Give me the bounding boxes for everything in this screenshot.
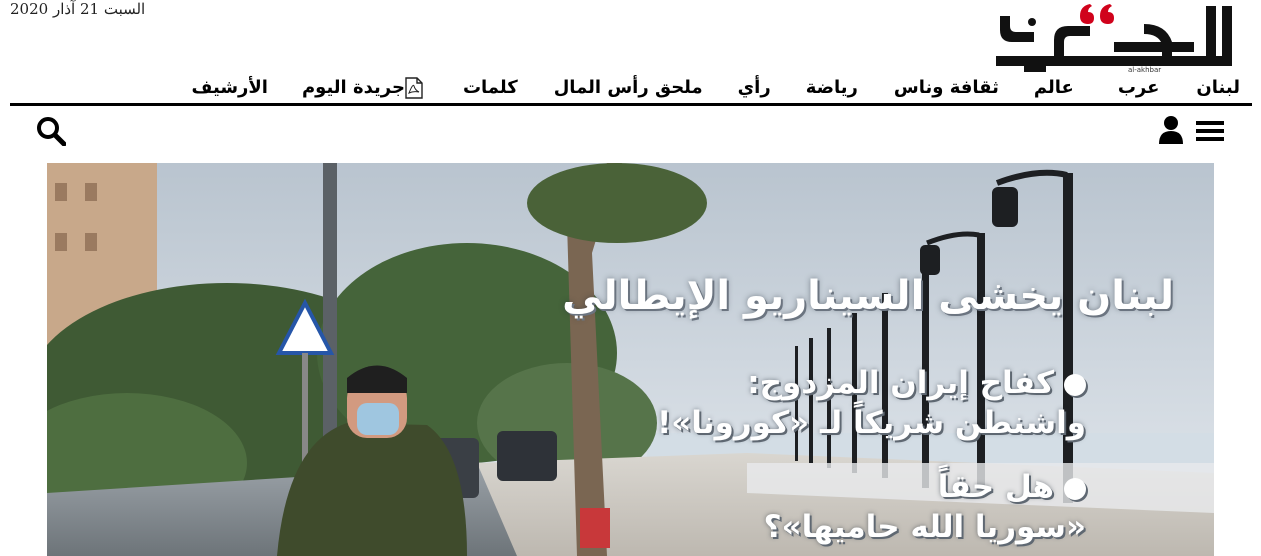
nav-item-arab[interactable]: عرب xyxy=(1118,77,1160,98)
hero-banner[interactable]: لبنان يخشى السيناريو الإيطالي كفاح إيران… xyxy=(47,163,1214,556)
nav-item-words[interactable]: كلمات xyxy=(463,77,518,98)
hero-bullet-1-line-1: كفاح إيران المزدوج: xyxy=(566,363,1086,403)
main-navigation: لبنان عرب عالم ثقافة وناس رياضة رأي ملحق… xyxy=(10,72,1252,106)
nav-item-opinion[interactable]: رأي xyxy=(738,77,771,98)
hero-bullet-2-line-2: «سوريا الله حاميها»؟ xyxy=(763,509,1086,545)
nav-item-world[interactable]: عالم xyxy=(1034,77,1074,98)
nav-item-label: لبنان xyxy=(1196,77,1240,98)
hero-bullets: كفاح إيران المزدوج: واشنطن شريكاً لـ «كو… xyxy=(566,363,1086,547)
nav-item-culture[interactable]: ثقافة وناس xyxy=(894,77,999,98)
hero-bullet-2-line-1: هل حقاً xyxy=(566,467,1086,507)
al-akhbar-logo-icon: al-akhbar xyxy=(996,4,1232,74)
bullet-dot-icon xyxy=(1064,477,1086,500)
nav-item-today-paper[interactable]: جريدة اليوم xyxy=(301,76,429,99)
nav-item-archive[interactable]: الأرشيف xyxy=(192,77,268,98)
nav-item-label: كلمات xyxy=(462,77,518,98)
bullet-spacer xyxy=(566,443,1086,467)
nav-item-capital-supplement[interactable]: ملحق رأس المال xyxy=(554,77,703,98)
nav-item-sports[interactable]: رياضة xyxy=(806,77,858,98)
hero-bullet-text: هل حقاً xyxy=(937,469,1054,505)
hero-bullet-text: كفاح إيران المزدوج: xyxy=(747,365,1054,401)
hero-headline: لبنان يخشى السيناريو الإيطالي xyxy=(562,273,1174,319)
nav-item-label: الأرشيف xyxy=(191,77,268,98)
menu-icon[interactable] xyxy=(1196,118,1224,144)
bullet-dot-icon xyxy=(1064,373,1086,396)
hero-bullet-1-line-2: واشنطن شريكاً لـ «كورونا»! xyxy=(657,405,1086,441)
nav-item-label: ملحق رأس المال xyxy=(553,77,703,98)
nav-item-label: ثقافة وناس xyxy=(893,77,999,98)
nav-item-label: رياضة xyxy=(805,77,858,98)
search-icon[interactable] xyxy=(36,116,66,146)
nav-item-label: عالم xyxy=(1033,77,1074,98)
site-logo[interactable]: al-akhbar xyxy=(994,2,1238,74)
nav-item-label: عرب xyxy=(1117,77,1160,98)
nav-item-label: جريدة اليوم xyxy=(301,77,405,98)
header-date: السبت 21 آذار 2020 xyxy=(10,0,146,18)
user-icon[interactable] xyxy=(1158,115,1184,145)
nav-item-lebanon[interactable]: لبنان xyxy=(1196,77,1240,98)
nav-item-label: رأي xyxy=(737,77,771,98)
pdf-icon xyxy=(405,76,423,99)
toolbar xyxy=(10,112,1252,152)
